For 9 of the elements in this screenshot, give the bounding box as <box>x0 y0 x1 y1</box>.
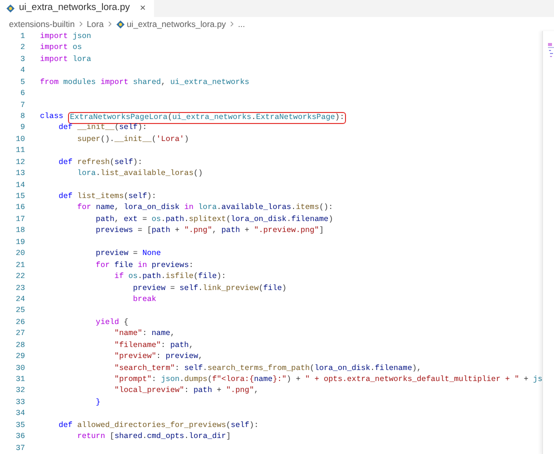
breadcrumb-item[interactable]: Lora <box>86 18 104 30</box>
python-file-icon <box>6 4 15 13</box>
python-file-icon <box>116 20 125 28</box>
breadcrumb-item[interactable]: ui_extra_networks_lora.py <box>126 18 226 30</box>
breadcrumb-item[interactable]: extensions-builtin <box>9 18 75 30</box>
breadcrumb-more[interactable]: ... <box>238 18 246 30</box>
close-button[interactable]: × <box>140 4 146 14</box>
tab-title: ui_extra_networks_lora.py <box>19 1 130 16</box>
editor-tab[interactable]: ui_extra_networks_lora.py × <box>0 0 154 17</box>
